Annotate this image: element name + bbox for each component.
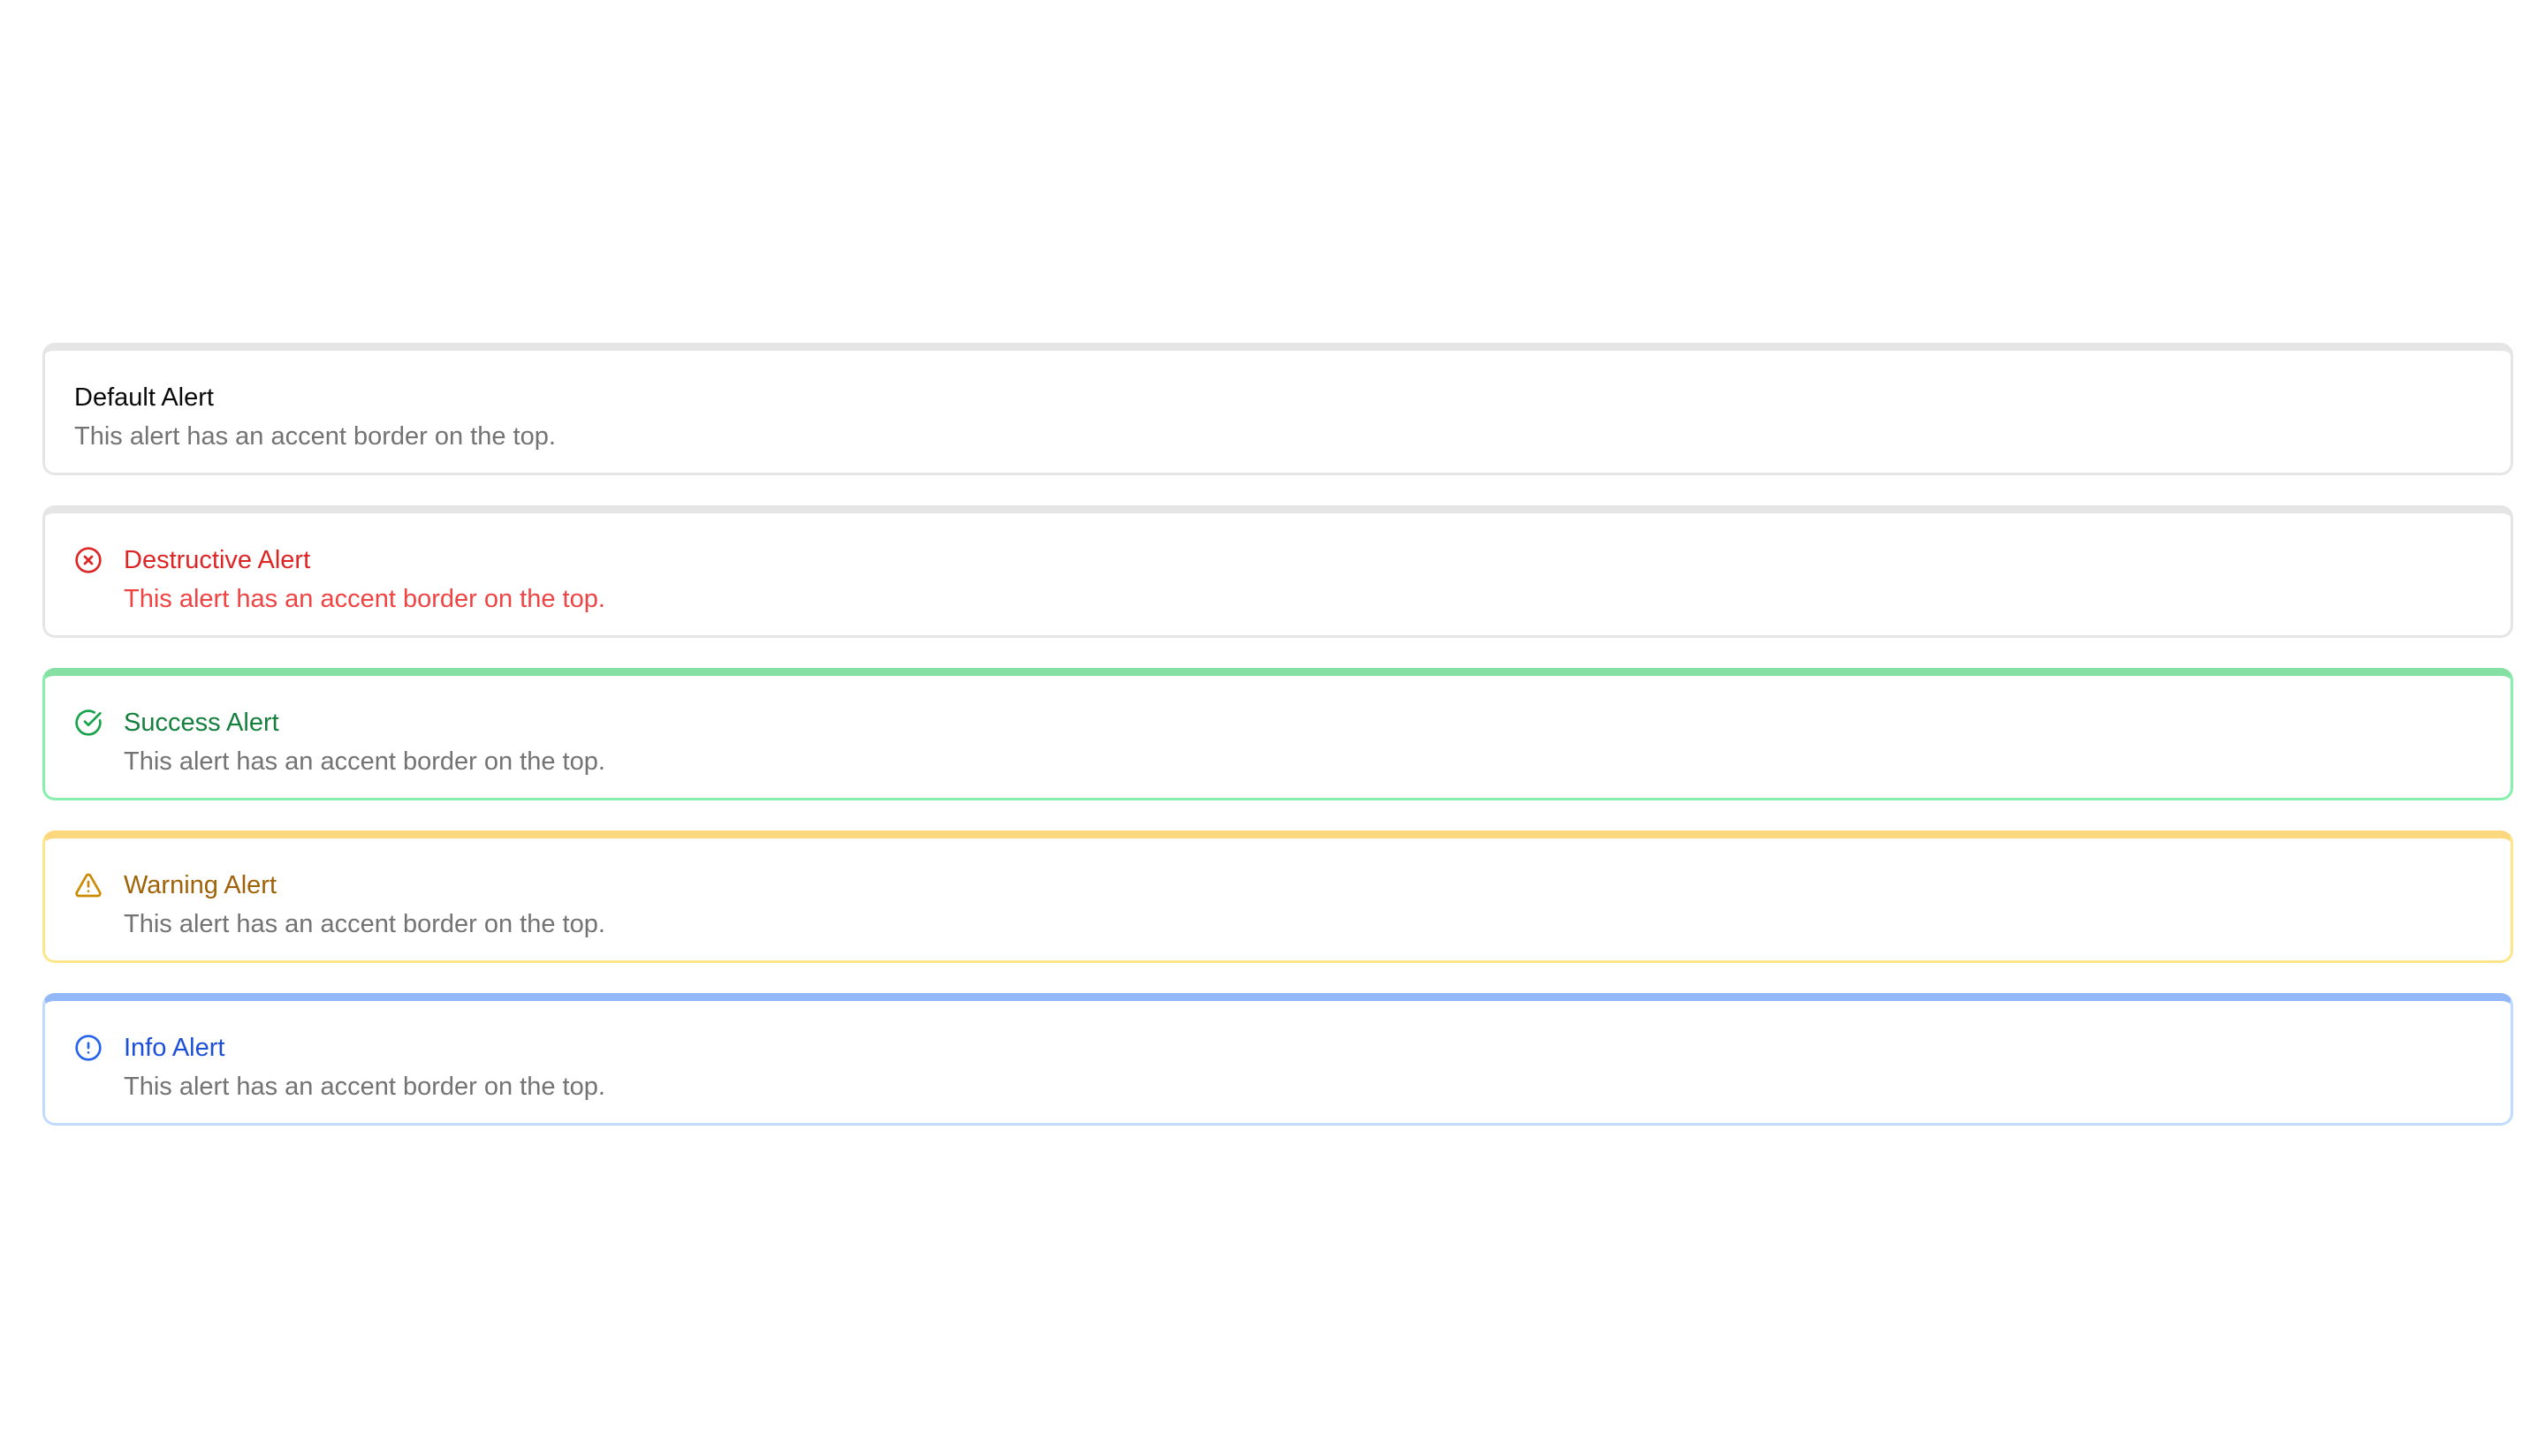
alert-content: Destructive Alert This alert has an acce… [124,545,605,614]
alert-description: This alert has an accent border on the t… [74,422,556,451]
alert-stack: Default Alert This alert has an accent b… [42,343,2513,1126]
alert-destructive: Destructive Alert This alert has an acce… [42,505,2513,638]
alert-description: This alert has an accent border on the t… [124,1073,605,1101]
alert-title: Info Alert [124,1034,225,1062]
alert-content: Info Alert This alert has an accent bord… [124,1033,605,1102]
alert-success: Success Alert This alert has an accent b… [42,668,2513,800]
alert-content: Warning Alert This alert has an accent b… [124,870,605,939]
alert-description: This alert has an accent border on the t… [124,910,605,938]
circle-check-icon [74,709,103,737]
alert-default: Default Alert This alert has an accent b… [42,343,2513,475]
alert-title: Success Alert [124,709,279,737]
alert-title: Destructive Alert [124,546,311,574]
alert-description: This alert has an accent border on the t… [124,747,605,776]
alert-content: Default Alert This alert has an accent b… [74,383,556,451]
alert-content: Success Alert This alert has an accent b… [124,708,605,777]
alert-description: This alert has an accent border on the t… [124,585,605,613]
alert-info: Info Alert This alert has an accent bord… [42,993,2513,1126]
alert-warning: Warning Alert This alert has an accent b… [42,830,2513,963]
alert-title: Warning Alert [124,871,277,899]
alert-title: Default Alert [74,383,214,412]
triangle-alert-icon [74,871,103,899]
circle-alert-icon [74,1034,103,1062]
circle-x-icon [74,546,103,574]
